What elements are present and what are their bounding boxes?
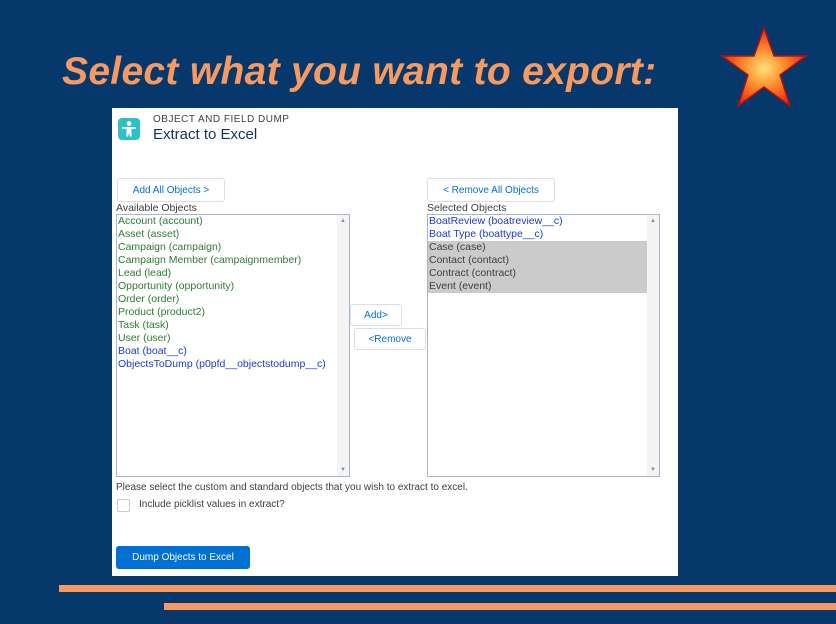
extract-panel: OBJECT AND FIELD DUMP Extract to Excel A…: [112, 108, 678, 576]
person-icon: [118, 118, 140, 140]
picklist-label: Include picklist values in extract?: [139, 499, 285, 510]
available-objects-list[interactable]: Account (account) Asset (asset) Campaign (…: [116, 214, 350, 477]
picklist-checkbox[interactable]: [117, 499, 130, 512]
list-item[interactable]: BoatReview (boatreview__c): [428, 215, 647, 228]
selected-objects-label: Selected Objects: [427, 202, 507, 214]
list-item[interactable]: Case (case): [428, 241, 647, 254]
list-item[interactable]: Campaign (campaign): [117, 241, 337, 254]
list-item[interactable]: Campaign Member (campaignmember): [117, 254, 337, 267]
list-item[interactable]: Lead (lead): [117, 267, 337, 280]
list-item[interactable]: Account (account): [117, 215, 337, 228]
list-item[interactable]: Event (event): [428, 280, 647, 293]
dump-objects-button[interactable]: Dump Objects to Excel: [116, 546, 250, 569]
remove-button[interactable]: <Remove: [354, 328, 426, 350]
accent-stripe-bottom: [164, 603, 836, 610]
list-item[interactable]: Opportunity (opportunity): [117, 280, 337, 293]
selected-scrollbar[interactable]: ▲ ▼: [647, 215, 659, 476]
app-title: Extract to Excel: [153, 126, 258, 143]
list-item[interactable]: Contact (contact): [428, 254, 647, 267]
selected-objects-list[interactable]: BoatReview (boatreview__c) Boat Type (boa…: [427, 214, 660, 477]
add-button[interactable]: Add>: [350, 304, 402, 326]
list-item[interactable]: ObjectsToDump (p0pfd__objectstodump__c): [117, 358, 337, 371]
available-objects-label: Available Objects: [116, 202, 197, 214]
remove-all-objects-button[interactable]: < Remove All Objects: [427, 178, 555, 202]
list-item[interactable]: User (user): [117, 332, 337, 345]
add-all-objects-button[interactable]: Add All Objects >: [117, 178, 225, 202]
scroll-up-icon[interactable]: ▲: [650, 218, 656, 224]
star-icon: [720, 26, 808, 108]
scroll-down-icon[interactable]: ▼: [650, 467, 656, 473]
list-item[interactable]: Order (order): [117, 293, 337, 306]
app-kicker: OBJECT AND FIELD DUMP: [153, 114, 290, 125]
slide-title: Select what you want to export:: [62, 50, 657, 93]
scroll-up-icon[interactable]: ▲: [340, 218, 346, 224]
list-item[interactable]: Task (task): [117, 319, 337, 332]
help-text: Please select the custom and standard ob…: [116, 482, 468, 493]
list-item[interactable]: Boat Type (boattype__c): [428, 228, 647, 241]
list-item[interactable]: Asset (asset): [117, 228, 337, 241]
scroll-down-icon[interactable]: ▼: [340, 467, 346, 473]
list-item[interactable]: Boat (boat__c): [117, 345, 337, 358]
list-item[interactable]: Product (product2): [117, 306, 337, 319]
list-item[interactable]: Contract (contract): [428, 267, 647, 280]
available-scrollbar[interactable]: ▲ ▼: [337, 215, 349, 476]
accent-stripe-top: [59, 585, 836, 592]
